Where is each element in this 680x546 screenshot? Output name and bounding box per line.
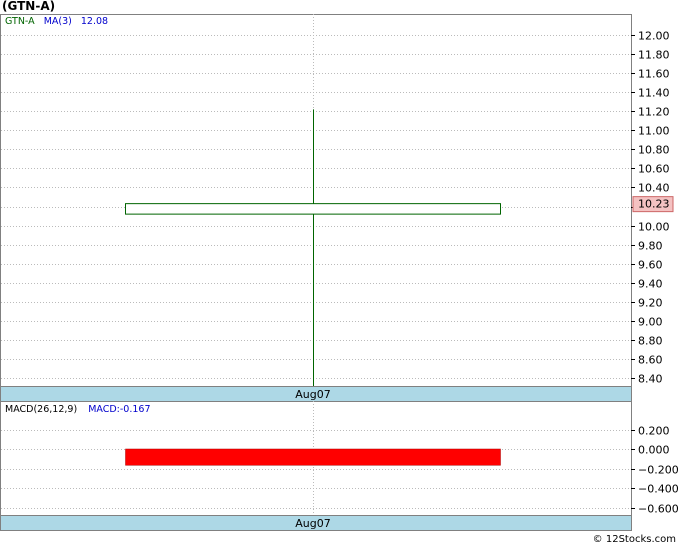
macd-legend-label: MACD(26,12,9) [5, 404, 77, 415]
site-credit: © 12Stocks.com [593, 534, 676, 545]
price-panel: 8.40 8.60 8.80 9.00 9.20 9.40 9.60 9.80 10.00 10.… [0, 14, 674, 402]
macd-tick-label: −0.600 [638, 503, 679, 516]
legend-symbol: GTN-A [5, 16, 35, 27]
price-tick-label: 9.00 [638, 316, 663, 329]
legend-ma-value: 12.08 [81, 16, 108, 27]
price-tick-label: 11.60 [638, 68, 670, 81]
price-date-label: Aug07 [295, 388, 330, 401]
price-tick-label: 8.60 [638, 354, 663, 367]
candle-body [125, 203, 501, 215]
macd-tick-label: 0.000 [638, 444, 670, 457]
macd-date-label: Aug07 [295, 517, 330, 530]
macd-tick-label: −0.400 [638, 483, 679, 496]
price-tick-label: 9.80 [638, 240, 663, 253]
stock-chart: 8.40 8.60 8.80 9.00 9.20 9.40 9.60 9.80 10.00 10.… [0, 14, 679, 545]
last-price-tag-label: 10.23 [638, 198, 670, 211]
price-legend: GTN-A MA(3) 12.08 [5, 16, 108, 27]
macd-y-axis: 0.200 0.000 −0.200 −0.400 −0.600 [631, 425, 679, 516]
last-price-tag: 10.23 [632, 196, 674, 213]
macd-tick-label: 0.200 [638, 425, 670, 438]
price-tick-label: 10.60 [638, 163, 670, 176]
legend-ma-label: MA(3) [44, 16, 72, 27]
price-tick-label: 12.00 [638, 30, 670, 43]
macd-legend-value: MACD:-0.167 [88, 404, 150, 415]
price-tick-label: 10.80 [638, 144, 670, 157]
price-tick-label: 10.40 [638, 182, 670, 195]
price-tick-label: 11.20 [638, 106, 670, 119]
price-tick-label: 9.20 [638, 297, 663, 310]
price-tick-label: 9.60 [638, 259, 663, 272]
macd-legend: MACD(26,12,9) MACD:-0.167 [5, 404, 151, 415]
price-tick-label: 9.40 [638, 278, 663, 291]
price-tick-label: 8.40 [638, 373, 663, 386]
macd-tick-label: −0.200 [638, 464, 679, 477]
price-tick-label: 8.80 [638, 335, 663, 348]
macd-panel: 0.200 0.000 −0.200 −0.400 −0.600 MACD(26,12,… [0, 401, 679, 531]
macd-bars [125, 448, 501, 466]
price-tick-label: 10.00 [638, 221, 670, 234]
price-tick-label: 11.80 [638, 49, 670, 62]
price-tick-label: 11.40 [638, 87, 670, 100]
price-plot-frame [0, 14, 632, 387]
price-tick-label: 11.00 [638, 125, 670, 138]
macd-bar [125, 448, 501, 466]
